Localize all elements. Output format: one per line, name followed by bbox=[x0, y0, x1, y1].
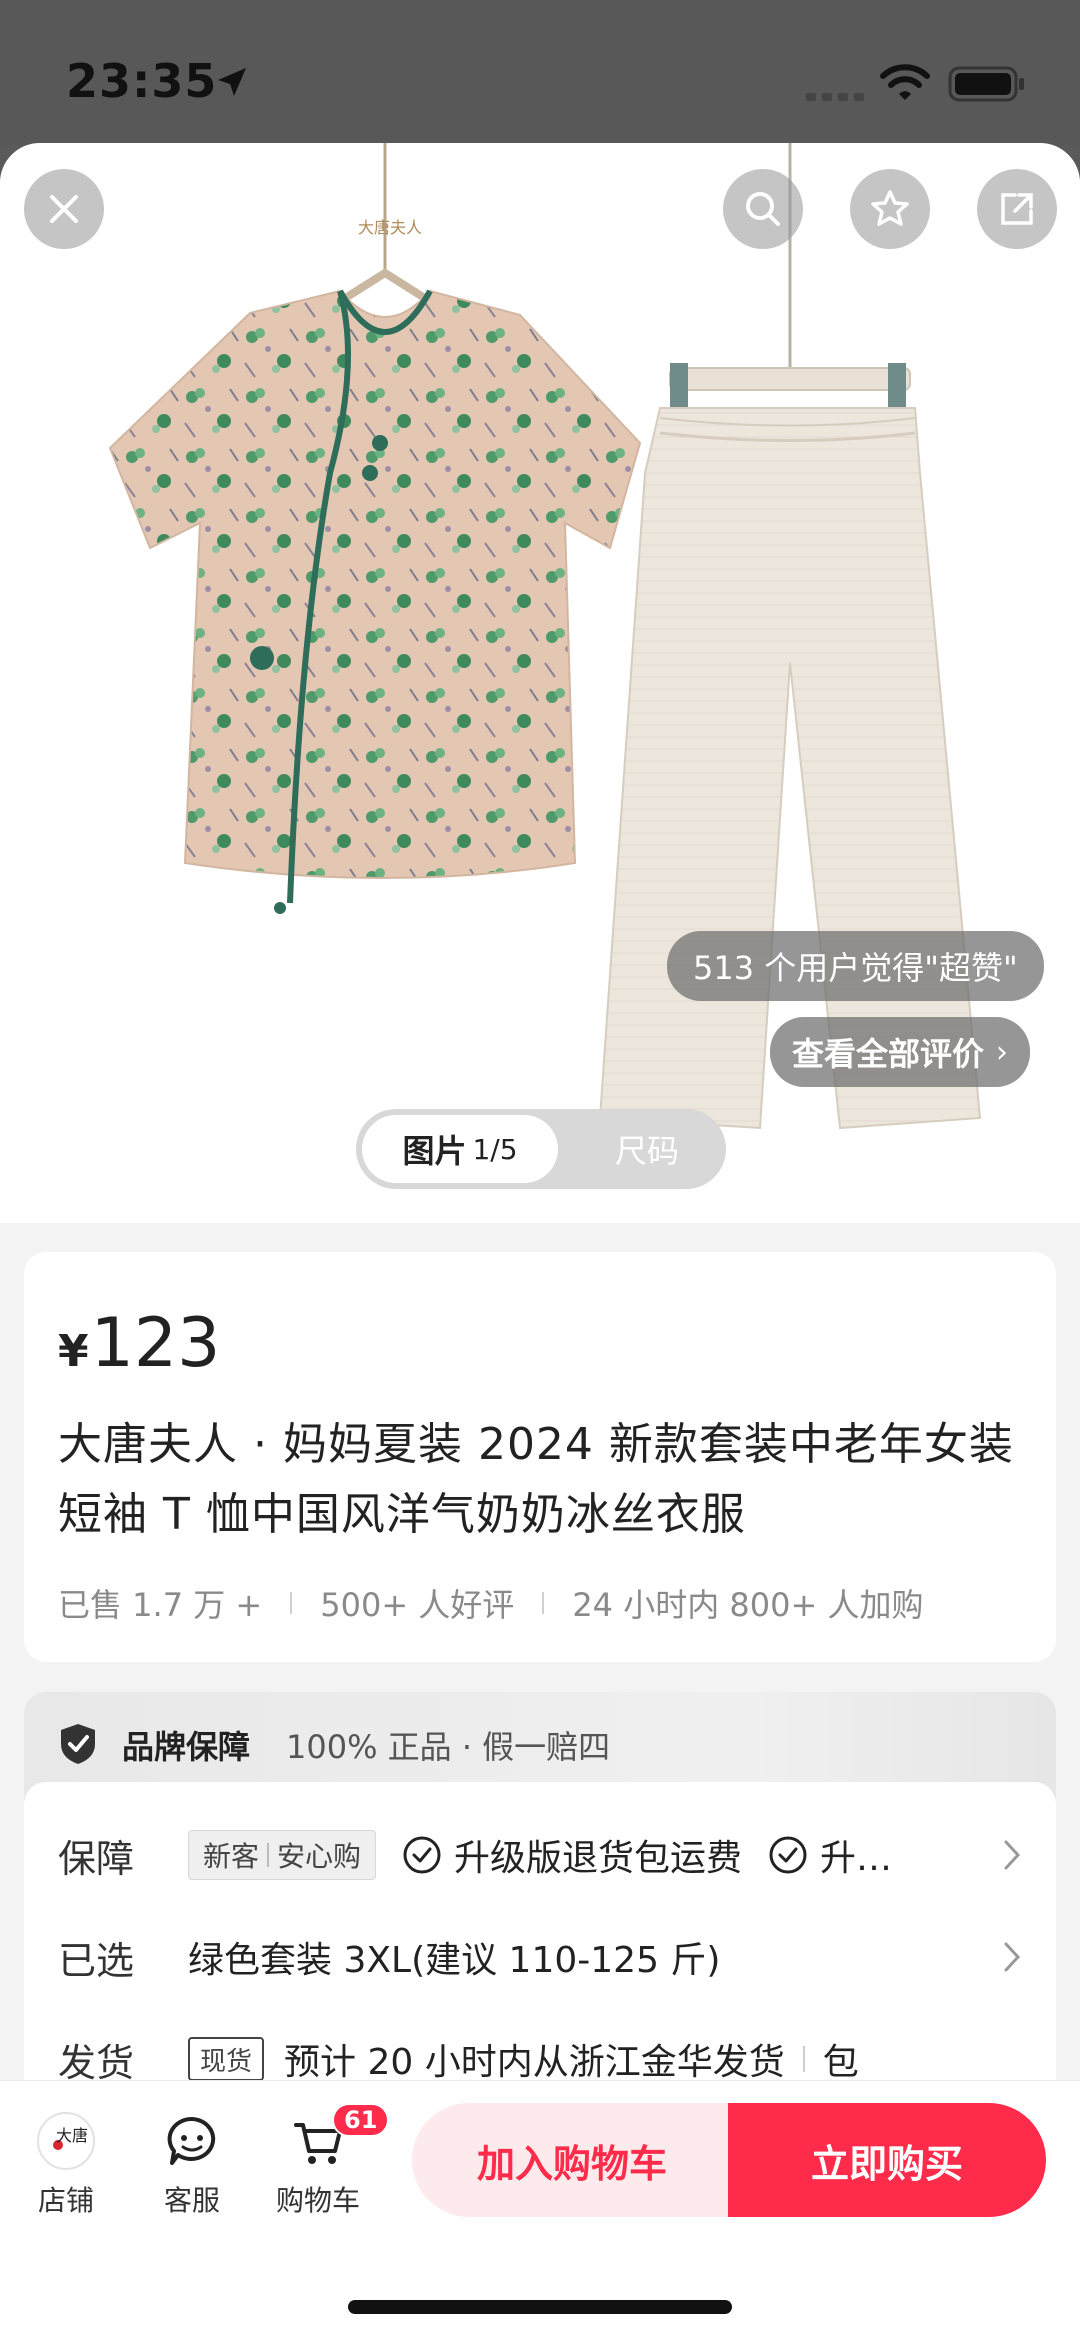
sold-count: 已售 1.7 万 + bbox=[58, 1586, 263, 1624]
search-button[interactable] bbox=[723, 169, 803, 249]
tab-images[interactable]: 图片 1/5 bbox=[362, 1115, 558, 1183]
chevron-right-icon bbox=[1004, 1840, 1021, 1870]
tab-size-label: 尺码 bbox=[614, 1132, 679, 1170]
store-label: 店铺 bbox=[37, 2184, 94, 2217]
guarantee-item-2-label: 升… bbox=[820, 1838, 893, 1879]
search-icon bbox=[746, 192, 780, 226]
chat-bubble-icon bbox=[167, 2116, 216, 2165]
guarantee-item-1: 升级版退货包运费 bbox=[402, 1829, 742, 1881]
check-circle-icon bbox=[769, 1836, 807, 1874]
guarantee-item-2: 升… bbox=[768, 1829, 892, 1881]
cart-label: 购物车 bbox=[275, 2184, 360, 2217]
product-stats: 已售 1.7 万 + 500+ 人好评 24 小时内 800+ 人加购 bbox=[58, 1580, 923, 1626]
share-icon bbox=[1001, 193, 1033, 225]
chevron-right-icon: › bbox=[996, 1034, 1009, 1070]
buy-now-button[interactable]: 立即购买 bbox=[728, 2103, 1046, 2217]
brand-guarantee-desc: 100% 正品 · 假一赔四 bbox=[286, 1728, 611, 1766]
location-arrow-icon bbox=[218, 68, 246, 96]
status-time: 23:35 bbox=[66, 54, 218, 108]
image-index: 1/5 bbox=[472, 1132, 518, 1166]
guarantee-row[interactable]: 保障 新客 安心购 升级版退货包运费 升… bbox=[58, 1820, 1038, 1890]
favorite-button[interactable] bbox=[850, 169, 930, 249]
customer-service-button[interactable]: 客服 bbox=[142, 2111, 242, 2219]
divider bbox=[802, 2046, 805, 2072]
store-button[interactable]: 大唐 店铺 bbox=[16, 2111, 116, 2219]
star-icon bbox=[871, 190, 909, 226]
battery-icon bbox=[948, 66, 1024, 102]
divider bbox=[290, 1592, 293, 1614]
close-icon bbox=[50, 195, 78, 223]
shipping-extra: 包 bbox=[822, 2042, 859, 2083]
selected-label: 已选 bbox=[58, 1938, 135, 1983]
price-value: 123 bbox=[90, 1304, 221, 1383]
shipping-value: 预计 20 小时内从浙江金华发货 bbox=[284, 2042, 785, 2083]
close-button[interactable] bbox=[24, 169, 104, 249]
chevron-right-icon bbox=[1004, 1942, 1021, 1972]
good-review-count: 500+ 人好评 bbox=[320, 1586, 515, 1624]
guarantee-label: 保障 bbox=[58, 1836, 135, 1881]
status-bar: 23:35 bbox=[0, 0, 1080, 145]
selected-option-row[interactable]: 已选 绿色套装 3XL(建议 110-125 斤) bbox=[58, 1922, 1038, 1992]
divider bbox=[267, 1843, 270, 1867]
product-sheet: 大唐夫人 513 个用户觉得"超赞" 查看全部评价 › 图片 1/5 尺码 ¥1… bbox=[0, 143, 1080, 2339]
store-logo-icon: 大唐 bbox=[37, 2112, 95, 2170]
tab-size[interactable]: 尺码 bbox=[582, 1109, 712, 1189]
check-circle-icon bbox=[403, 1836, 441, 1874]
home-indicator bbox=[348, 2300, 732, 2314]
guarantee-item-1-label: 升级版退货包运费 bbox=[454, 1838, 743, 1879]
tag-new: 新客 bbox=[203, 1840, 260, 1873]
gallery-tab-switch: 图片 1/5 尺码 bbox=[356, 1109, 726, 1189]
selected-value: 绿色套装 3XL(建议 110-125 斤) bbox=[188, 1940, 721, 1981]
price-card: ¥123 大唐夫人 · 妈妈夏装 2024 新款套装中老年女装短袖 T 恤中国风… bbox=[24, 1252, 1056, 1662]
currency-symbol: ¥ bbox=[58, 1326, 89, 1377]
view-all-reviews-label: 查看全部评价 bbox=[792, 1035, 985, 1073]
tag-safe: 安心购 bbox=[277, 1840, 362, 1873]
shield-check-icon bbox=[61, 1724, 95, 1764]
signal-dots-icon bbox=[806, 93, 864, 101]
rating-text: 513 个用户觉得"超赞" bbox=[693, 949, 1018, 987]
view-all-reviews-button[interactable]: 查看全部评价 › bbox=[770, 1017, 1031, 1087]
rating-badge: 513 个用户觉得"超赞" bbox=[667, 931, 1044, 1001]
share-button[interactable] bbox=[977, 169, 1057, 249]
product-title: 大唐夫人 · 妈妈夏装 2024 新款套装中老年女装短袖 T 恤中国风洋气奶奶冰… bbox=[58, 1419, 1014, 1540]
divider bbox=[542, 1592, 545, 1614]
store-logo-text: 大唐 bbox=[56, 2126, 88, 2145]
added-to-cart-count: 24 小时内 800+ 人加购 bbox=[572, 1586, 924, 1624]
add-to-cart-button[interactable]: 加入购物车 bbox=[412, 2103, 732, 2217]
tab-images-label: 图片 bbox=[402, 1132, 467, 1170]
new-customer-tag: 新客 安心购 bbox=[188, 1830, 377, 1880]
wifi-icon bbox=[880, 64, 930, 100]
product-price: ¥123 bbox=[58, 1304, 220, 1383]
cart-count-badge: 61 bbox=[332, 2103, 390, 2137]
shipping-label: 发货 bbox=[58, 2040, 135, 2085]
product-image-gallery[interactable]: 大唐夫人 513 个用户觉得"超赞" 查看全部评价 › 图片 1/5 尺码 bbox=[0, 143, 1080, 1223]
customer-service-label: 客服 bbox=[163, 2184, 220, 2217]
brand-guarantee-title: 品牌保障 bbox=[122, 1728, 251, 1766]
in-stock-tag: 现货 bbox=[188, 2037, 265, 2081]
hanger-brand-logo: 大唐夫人 bbox=[358, 218, 422, 237]
